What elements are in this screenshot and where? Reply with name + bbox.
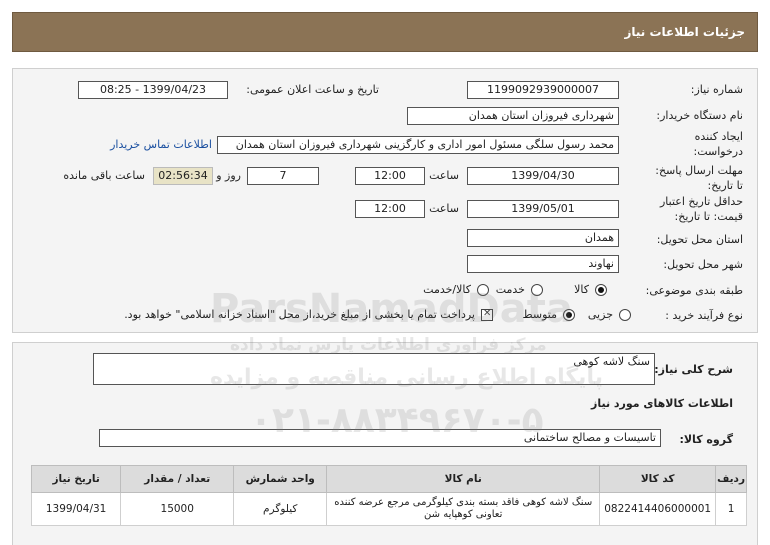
cell-qty: 15000 [120, 492, 235, 526]
days-remaining-field: 7 [247, 167, 319, 185]
cell-name: سنگ لاشه کوهی فاقد بسته بندی کیلوگرمی مر… [326, 492, 601, 526]
need-info-panel: شماره نیاز: 1199092939000007 تاریخ و ساع… [12, 68, 758, 333]
send-date-field: 1399/04/30 [467, 167, 619, 185]
buyer-field: شهرداری فیروزان استان همدان [407, 107, 619, 125]
col-code: کد کالا [599, 465, 717, 493]
goods-section-title: اطلاعات کالاهای مورد نیاز [591, 397, 733, 410]
goods-group-field: تاسیسات و مصالح ساختمانی [99, 429, 661, 447]
price-time-label: ساعت [429, 202, 459, 215]
send-deadline-label-2: تا تاریخ: [707, 179, 743, 192]
province-label: استان محل تحویل: [656, 233, 743, 246]
days-label: روز و [216, 169, 241, 182]
buyer-contact-link[interactable]: اطلاعات تماس خریدار [110, 138, 212, 151]
category-service-radio[interactable] [531, 284, 543, 296]
goods-table-header: ردیف کد کالا نام کالا واحد شمارش تعداد /… [30, 465, 747, 493]
col-name: نام کالا [326, 465, 601, 493]
col-qty: تعداد / مقدار [120, 465, 235, 493]
price-validity-label-2: قیمت: تا تاریخ: [674, 210, 743, 223]
buyer-label: نام دستگاه خریدار: [656, 109, 743, 122]
process-label: نوع فرآیند خرید : [665, 309, 743, 322]
city-label: شهر محل تحویل: [663, 258, 743, 271]
table-row: 1 0822414406000001 سنگ لاشه کوهی فاقد بس… [30, 492, 747, 526]
creator-label: ایجاد کننده [694, 130, 743, 143]
col-unit: واحد شمارش [233, 465, 328, 493]
cell-date: 1399/04/31 [30, 492, 122, 526]
countdown-timer: 02:56:34 [153, 167, 213, 185]
send-time-field: 12:00 [355, 167, 425, 185]
category-goods-label: کالا [574, 283, 589, 296]
col-date: تاریخ نیاز [30, 465, 122, 493]
need-number-label: شماره نیاز: [690, 83, 743, 96]
city-field: نهاوند [467, 255, 619, 273]
category-both-label: کالا/خدمت [423, 283, 471, 296]
need-number-field: 1199092939000007 [467, 81, 619, 99]
process-minor-radio[interactable] [619, 309, 631, 321]
process-medium-radio[interactable] [563, 309, 575, 321]
category-goods-radio[interactable] [595, 284, 607, 296]
announce-label: تاریخ و ساعت اعلان عمومی: [246, 83, 379, 96]
page-header: جزئیات اطلاعات نیاز [12, 12, 758, 52]
price-validity-label: حداقل تاریخ اعتبار [659, 195, 743, 208]
page-title: جزئیات اطلاعات نیاز [624, 25, 745, 39]
process-medium-label: متوسط [522, 308, 557, 321]
send-deadline-label: مهلت ارسال پاسخ: [655, 164, 743, 177]
category-service-label: خدمت [495, 283, 525, 296]
price-time-field: 12:00 [355, 200, 425, 218]
send-time-label: ساعت [429, 169, 459, 182]
remaining-label: ساعت باقی مانده [63, 169, 145, 182]
cell-unit: کیلوگرم [233, 492, 328, 526]
cell-code: 0822414406000001 [599, 492, 717, 526]
province-field: همدان [467, 229, 619, 247]
treasury-payment-text: پرداخت تمام یا بخشی از مبلغ خرید،از محل … [124, 308, 475, 321]
process-minor-label: جزیی [587, 308, 613, 321]
category-label: طبقه بندی موضوعی: [645, 284, 743, 297]
price-date-field: 1399/05/01 [467, 200, 619, 218]
creator-field: محمد رسول سلگی مسئول امور اداری و کارگزی… [217, 136, 619, 154]
goods-table: ردیف کد کالا نام کالا واحد شمارش تعداد /… [30, 465, 747, 526]
need-details-panel: شرح کلی نیاز: سنگ لاشه کوهی اطلاعات کالا… [12, 342, 758, 545]
category-both-radio[interactable] [477, 284, 489, 296]
col-row: ردیف [715, 465, 747, 493]
goods-group-label: گروه کالا: [679, 433, 733, 446]
creator-label-2: درخواست: [693, 145, 743, 158]
cell-row: 1 [715, 492, 747, 526]
treasury-payment-checkbox[interactable] [481, 308, 493, 321]
summary-field: سنگ لاشه کوهی [93, 353, 655, 385]
summary-label: شرح کلی نیاز: [654, 363, 733, 376]
announce-field: 1399/04/23 - 08:25 [78, 81, 228, 99]
